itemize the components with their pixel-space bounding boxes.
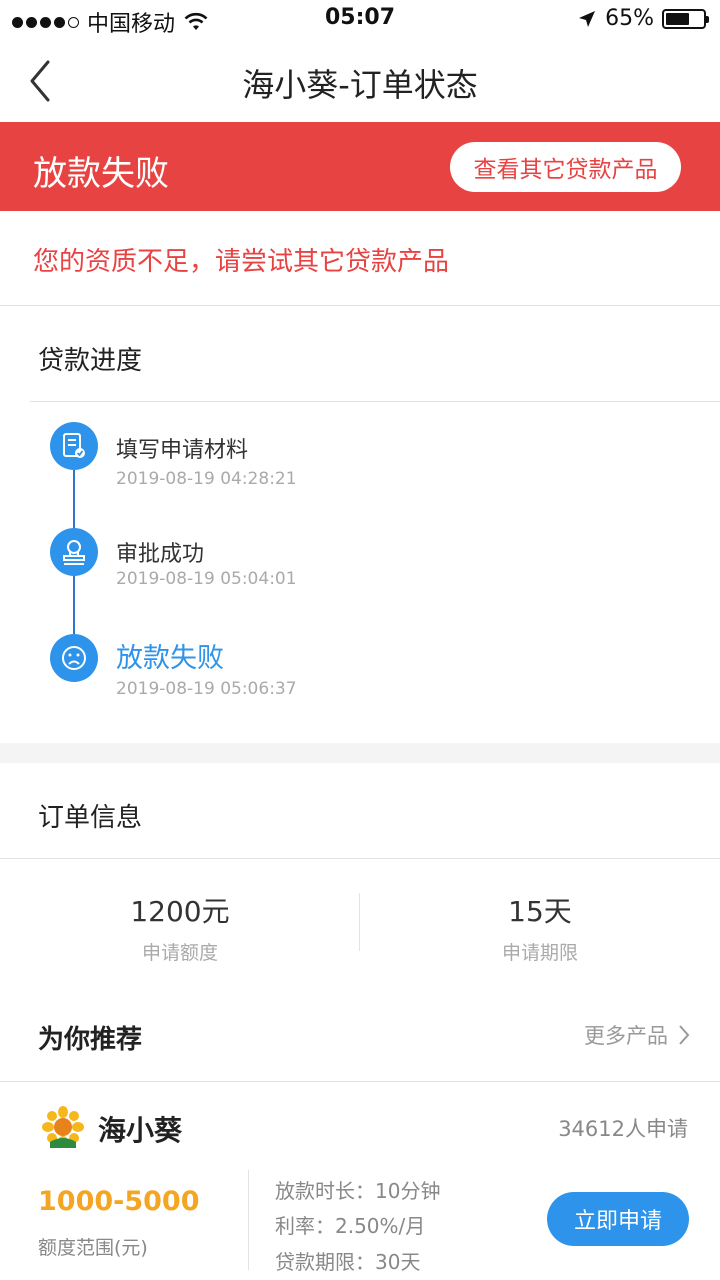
- product-name: 海小葵: [98, 1114, 183, 1147]
- order-section-title: 订单信息: [38, 803, 143, 833]
- failure-reason-text: 您的资质不足，请尝试其它贷款产品: [33, 247, 450, 277]
- document-check-icon: [50, 422, 98, 470]
- term-label: 申请期限: [501, 942, 578, 964]
- loan-term: 贷款期限：30天: [275, 1250, 421, 1274]
- recommend-title: 为你推荐: [38, 1025, 143, 1055]
- status-right: 65%: [577, 6, 709, 31]
- step-time: 2019-08-19 05:04:01: [116, 569, 297, 589]
- status-bar: 中国移动 05:07 65%: [0, 0, 720, 40]
- amount-label: 申请额度: [141, 942, 218, 964]
- step-time: 2019-08-19 05:06:37: [116, 679, 297, 699]
- amount-range-label: 额度范围(元): [38, 1237, 148, 1259]
- amount-value: 1200元: [130, 895, 230, 928]
- step-title: 审批成功: [116, 542, 205, 567]
- page-title: 海小葵-订单状态: [242, 66, 478, 104]
- timeline-connector: [73, 470, 75, 530]
- stamp-icon: [50, 528, 98, 576]
- location-arrow-icon: [579, 10, 596, 27]
- battery-icon: [662, 8, 709, 29]
- status-banner: 放款失败 查看其它贷款产品: [0, 122, 720, 211]
- divider: [30, 401, 720, 402]
- nav-bar: 海小葵-订单状态: [0, 40, 720, 122]
- apply-now-button[interactable]: 立即申请: [547, 1192, 689, 1246]
- progress-section-title: 贷款进度: [38, 346, 143, 376]
- step-title: 填写申请材料: [116, 438, 249, 463]
- sunflower-icon: [42, 1106, 84, 1148]
- term-stat: 15天 申请期限: [360, 890, 720, 965]
- loan-status-text: 放款失败: [33, 154, 169, 194]
- more-products-label: 更多产品: [584, 1024, 668, 1048]
- battery-percent: 65%: [605, 6, 654, 31]
- product-divider: [248, 1170, 249, 1270]
- more-products-link[interactable]: 更多产品: [584, 1020, 690, 1050]
- divider: [0, 1081, 720, 1082]
- step-time: 2019-08-19 04:28:21: [116, 469, 297, 489]
- amount-range: 1000-5000: [38, 1186, 200, 1217]
- amount-stat: 1200元 申请额度: [0, 890, 360, 965]
- view-other-products-button[interactable]: 查看其它贷款产品: [450, 142, 681, 192]
- applicant-count: 34612人申请: [558, 1117, 688, 1141]
- failure-reason: 您的资质不足，请尝试其它贷款产品: [0, 211, 720, 306]
- section-gap: [0, 743, 720, 763]
- disbursement-time: 放款时长：10分钟: [275, 1179, 441, 1203]
- divider: [0, 858, 720, 859]
- interest-rate: 利率：2.50%/月: [275, 1214, 426, 1238]
- sad-face-icon: [50, 634, 98, 682]
- timeline-connector: [73, 576, 75, 634]
- step-title-current: 放款失败: [116, 643, 224, 674]
- term-value: 15天: [508, 895, 572, 928]
- chevron-right-icon: [679, 1025, 690, 1045]
- battery-fill: [666, 12, 690, 25]
